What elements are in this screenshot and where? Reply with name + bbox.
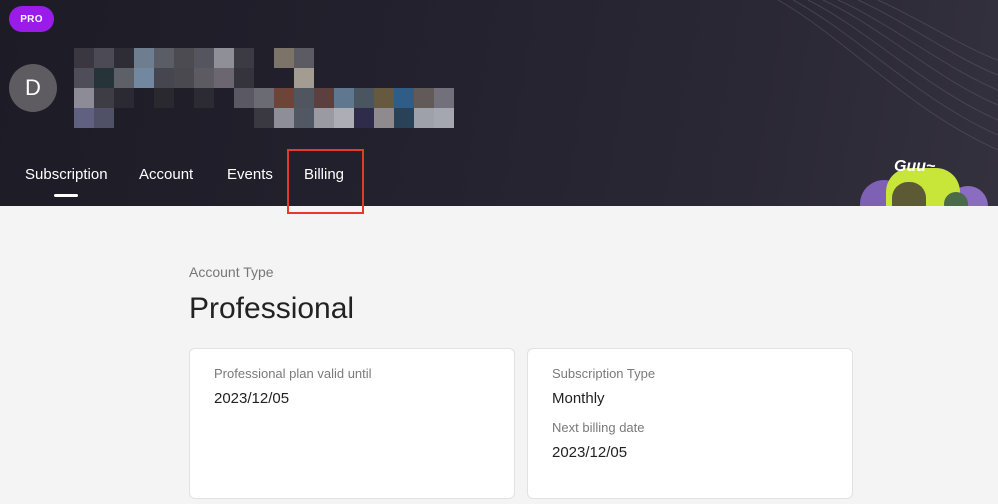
active-tab-indicator bbox=[54, 194, 78, 197]
avatar[interactable]: D bbox=[9, 64, 57, 112]
subscription-type-value: Monthly bbox=[552, 390, 605, 407]
next-billing-date-value: 2023/12/05 bbox=[552, 444, 628, 461]
mascot-text: Guu~ bbox=[894, 158, 936, 175]
tab-account[interactable]: Account bbox=[139, 166, 193, 183]
account-type-value: Professional bbox=[189, 292, 355, 325]
subscription-card: Subscription Type Monthly Next billing d… bbox=[527, 348, 853, 499]
subscription-type-label: Subscription Type bbox=[552, 366, 656, 381]
pro-badge: PRO bbox=[9, 6, 54, 32]
next-billing-date-label: Next billing date bbox=[552, 420, 645, 435]
plan-valid-until-label: Professional plan valid until bbox=[214, 366, 372, 381]
plan-valid-until-value: 2023/12/05 bbox=[214, 390, 290, 407]
account-type-label: Account Type bbox=[189, 264, 274, 280]
pixelated-username bbox=[74, 48, 454, 128]
avatar-initial: D bbox=[25, 75, 41, 100]
tab-billing[interactable]: Billing bbox=[304, 166, 344, 183]
tab-subscription[interactable]: Subscription bbox=[25, 166, 108, 183]
plan-validity-card: Professional plan valid until 2023/12/05 bbox=[189, 348, 515, 499]
tab-events[interactable]: Events bbox=[227, 166, 273, 183]
